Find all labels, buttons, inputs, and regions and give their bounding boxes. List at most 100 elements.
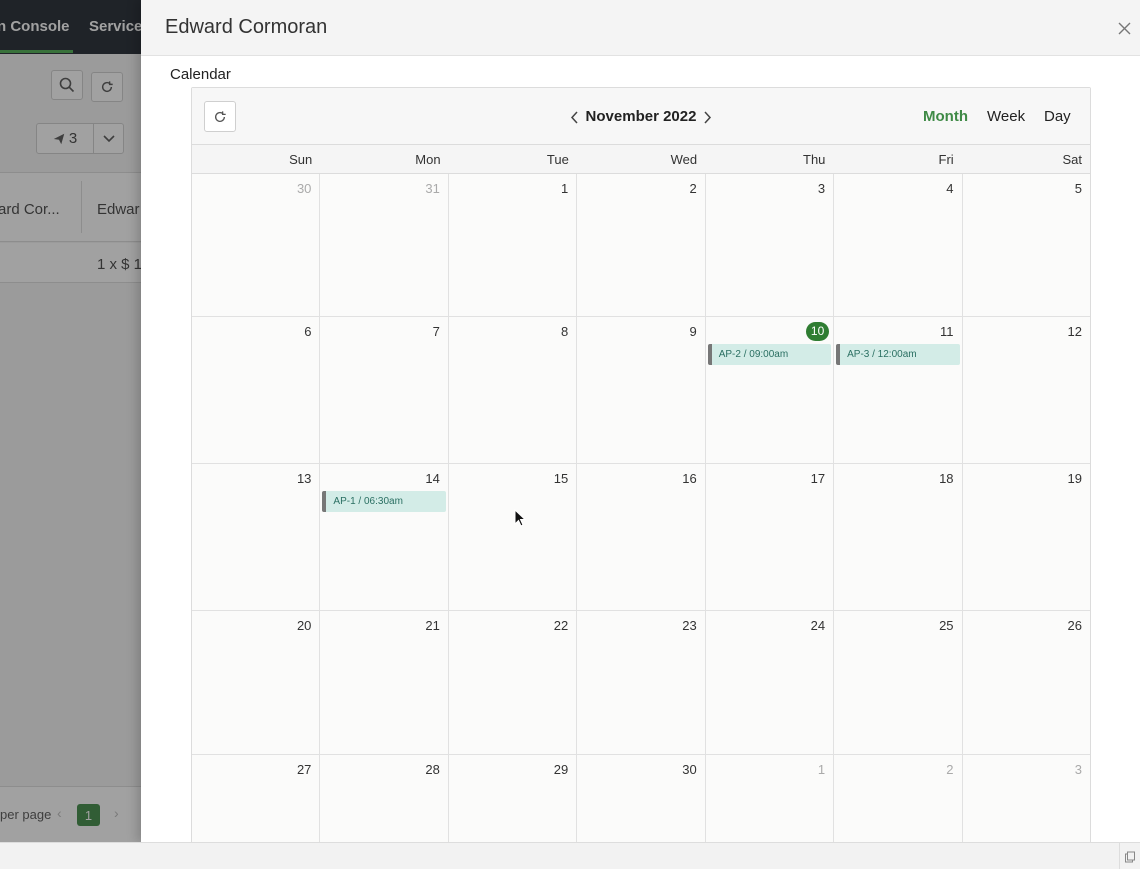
calendar-day-cell[interactable]: 3	[962, 755, 1090, 842]
calendar-day-cell[interactable]: 24	[705, 611, 835, 754]
calendar-week-row: 27 28 29 30 1 2 3	[192, 755, 1090, 842]
weekday-label: Sat	[1062, 152, 1082, 167]
day-number: 27	[296, 762, 312, 777]
calendar-day-cell[interactable]: 20	[192, 611, 321, 754]
calendar-event[interactable]: AP-3 / 12:00am	[836, 344, 960, 365]
calendar-week-row: 30 31 1 2 3 4 5	[192, 174, 1090, 317]
day-number: 1	[817, 762, 826, 777]
day-number: 25	[939, 618, 954, 633]
day-number: 4	[946, 181, 954, 196]
day-number: 8	[561, 324, 569, 339]
calendar-day-cell[interactable]: 7	[320, 317, 449, 463]
calendar-day-cell[interactable]: 29	[448, 755, 578, 842]
day-number: 18	[939, 471, 954, 486]
day-number: 28	[425, 762, 440, 777]
calendar-day-cell[interactable]: 16	[577, 464, 706, 610]
calendar-day-cell[interactable]: 23	[577, 611, 706, 754]
calendar-day-cell[interactable]: 18	[834, 464, 963, 610]
day-number: 3	[817, 181, 826, 196]
day-number: 14	[425, 471, 440, 486]
day-number: 23	[682, 618, 697, 633]
prev-month-button[interactable]	[566, 107, 582, 127]
today-day-number: 10	[806, 322, 830, 341]
drawer-header: Edward Cormoran	[141, 0, 1140, 56]
month-title: November 2022	[585, 108, 697, 125]
day-number: 30	[296, 181, 312, 196]
clipboard-icon	[1125, 851, 1135, 862]
weekday-label: Mon	[415, 152, 441, 167]
calendar-day-cell[interactable]: 17	[705, 464, 835, 610]
calendar-day-cell[interactable]: 26	[962, 611, 1090, 754]
chevron-left-icon	[570, 110, 578, 124]
calendar-day-cell[interactable]: 14 AP-1 / 06:30am	[320, 464, 449, 610]
chevron-right-icon	[704, 110, 712, 124]
weekday-header: Sun Mon Tue Wed Thu Fri Sat	[192, 145, 1090, 174]
weekday-label: Wed	[670, 152, 698, 167]
calendar-day-cell[interactable]: 27	[192, 755, 321, 842]
view-tab-month[interactable]: Month	[923, 108, 968, 125]
day-number: 24	[810, 618, 826, 633]
calendar-day-cell[interactable]: 28	[320, 755, 449, 842]
calendar-toolbar: November 2022 Month Week Day	[192, 88, 1090, 145]
calendar-day-cell[interactable]: 31	[320, 174, 449, 316]
calendar-day-cell[interactable]: 22	[448, 611, 578, 754]
day-number: 19	[1067, 471, 1082, 486]
calendar-day-cell[interactable]: 13	[192, 464, 321, 610]
calendar-day-cell[interactable]: 19	[962, 464, 1090, 610]
day-number: 16	[682, 471, 697, 486]
day-number: 12	[1067, 324, 1082, 339]
calendar-day-cell[interactable]: 4	[834, 174, 963, 316]
calendar-day-cell[interactable]: 1	[705, 755, 835, 842]
calendar-day-cell[interactable]: 8	[448, 317, 578, 463]
day-number: 15	[553, 471, 569, 486]
calendar-week-row: 13 14 AP-1 / 06:30am 15 16 17 18 19	[192, 464, 1090, 611]
day-number: 11	[940, 324, 954, 339]
day-number: 17	[810, 471, 826, 486]
month-grid: 30 31 1 2 3 4 5 6 7 8 9 10 AP-2 / 09:00am 11 AP-3 / 12…	[192, 174, 1090, 842]
day-number: 13	[296, 471, 312, 486]
calendar-week-row: 6 7 8 9 10 AP-2 / 09:00am 11 AP-3 / 12:00am 12	[192, 317, 1090, 464]
weekday-label: Sun	[289, 152, 313, 167]
calendar-day-cell[interactable]: 12	[962, 317, 1090, 463]
calendar-day-cell[interactable]: 3	[705, 174, 835, 316]
weekday-label: Fri	[938, 152, 954, 167]
calendar-day-cell[interactable]: 9	[577, 317, 706, 463]
day-number: 2	[689, 181, 697, 196]
calendar-day-cell[interactable]: 5	[962, 174, 1090, 316]
clipboard-button[interactable]	[1119, 843, 1140, 869]
day-number: 5	[1074, 181, 1082, 196]
section-title: Calendar	[170, 66, 231, 83]
day-number: 6	[304, 324, 312, 339]
day-number: 2	[946, 762, 954, 777]
next-month-button[interactable]	[700, 107, 716, 127]
close-button[interactable]	[1114, 18, 1134, 38]
refresh-button[interactable]	[204, 101, 236, 132]
calendar-day-cell[interactable]: 2	[834, 755, 963, 842]
view-tab-day[interactable]: Day	[1044, 108, 1071, 125]
day-number: 31	[425, 181, 440, 196]
calendar-day-cell[interactable]: 6	[192, 317, 321, 463]
view-tab-week[interactable]: Week	[987, 108, 1025, 125]
calendar-day-cell[interactable]: 10 AP-2 / 09:00am	[705, 317, 835, 463]
day-number: 30	[682, 762, 697, 777]
calendar-event[interactable]: AP-2 / 09:00am	[707, 344, 832, 365]
weekday-label: Thu	[803, 152, 826, 167]
calendar-day-cell[interactable]: 25	[834, 611, 963, 754]
calendar-day-cell[interactable]: 30	[577, 755, 706, 842]
calendar-day-cell[interactable]: 2	[577, 174, 706, 316]
day-number: 9	[689, 324, 697, 339]
day-number: 22	[553, 618, 569, 633]
calendar-day-cell[interactable]: 30	[192, 174, 321, 316]
day-number: 3	[1074, 762, 1082, 777]
day-number: 7	[432, 324, 440, 339]
calendar-day-cell[interactable]: 1	[448, 174, 578, 316]
calendar-day-cell[interactable]: 11 AP-3 / 12:00am	[834, 317, 963, 463]
customer-drawer: Edward Cormoran Calendar November 2022 M…	[141, 0, 1140, 842]
calendar-event[interactable]: AP-1 / 06:30am	[322, 491, 446, 512]
bottom-bar	[0, 842, 1140, 869]
day-number: 20	[296, 618, 312, 633]
close-icon	[1118, 22, 1130, 34]
calendar-day-cell[interactable]: 15	[448, 464, 578, 610]
calendar: November 2022 Month Week Day Sun Mon Tue We…	[191, 87, 1091, 842]
calendar-day-cell[interactable]: 21	[320, 611, 449, 754]
